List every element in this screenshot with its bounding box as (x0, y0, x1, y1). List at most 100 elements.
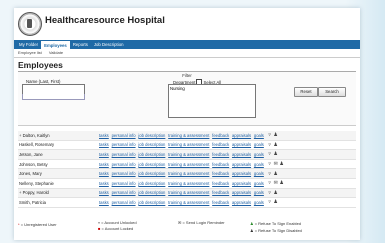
refuse-to-sign-icon[interactable]: ♟ (273, 190, 279, 196)
refuse-to-sign-icon[interactable]: ♟ (273, 132, 279, 138)
employee-name-cell: Jetson, Jane (18, 152, 99, 157)
link-appraisals[interactable]: appraisals (232, 171, 251, 176)
link-training-assessment[interactable]: training & assessment (168, 142, 209, 147)
link-tasks[interactable]: tasks (99, 181, 109, 186)
main-nav: My Folder Employees Reports Job Descript… (14, 40, 360, 50)
link-personal-info[interactable]: personal info (112, 133, 136, 138)
link-training-assessment[interactable]: training & assessment (168, 181, 209, 186)
hospital-title: Healthcaresource Hospital (45, 15, 165, 26)
link-appraisals[interactable]: appraisals (232, 152, 251, 157)
link-training-assessment[interactable]: training & assessment (168, 190, 209, 195)
link-appraisals[interactable]: appraisals (232, 200, 251, 205)
employee-name-cell: + Poppy, Harold (18, 190, 99, 195)
link-appraisals[interactable]: appraisals (232, 181, 251, 186)
search-button[interactable]: Search (318, 87, 346, 97)
expand-icon[interactable]: + (19, 133, 21, 138)
name-autocomplete (22, 94, 85, 100)
link-goals[interactable]: goals (254, 162, 264, 167)
link-goals[interactable]: goals (254, 142, 264, 147)
subnav-validate[interactable]: Validate (49, 50, 63, 55)
asterisk-icon: * (18, 222, 20, 227)
employee-name: Nelleny, Stephanie (19, 180, 54, 186)
link-tasks[interactable]: tasks (99, 152, 109, 157)
link-personal-info[interactable]: personal info (112, 152, 136, 157)
reset-button[interactable]: Reset (294, 87, 318, 97)
link-goals[interactable]: goals (254, 190, 264, 195)
link-job-description[interactable]: job description (138, 181, 165, 186)
link-job-description[interactable]: job description (138, 152, 165, 157)
link-appraisals[interactable]: appraisals (232, 162, 251, 167)
link-feedback[interactable]: feedback (212, 190, 229, 195)
link-tasks[interactable]: tasks (99, 171, 109, 176)
link-personal-info[interactable]: personal info (112, 171, 136, 176)
link-training-assessment[interactable]: training & assessment (168, 200, 209, 205)
link-feedback[interactable]: feedback (212, 162, 229, 167)
link-goals[interactable]: goals (254, 152, 264, 157)
employee-name-cell: Jones, Mary (18, 171, 99, 176)
link-feedback[interactable]: feedback (212, 152, 229, 157)
link-goals[interactable]: goals (254, 181, 264, 186)
app-window: Healthcaresource Hospital My Folder Empl… (14, 8, 360, 240)
legend-locked: = Account Locked (101, 226, 134, 231)
expand-icon[interactable]: + (19, 190, 21, 195)
refuse-to-sign-icon[interactable]: ♟ (273, 199, 279, 205)
employee-name-cell: + Dalton, Kaitlyn (18, 133, 99, 138)
link-training-assessment[interactable]: training & assessment (168, 133, 209, 138)
link-job-description[interactable]: job description (138, 171, 165, 176)
link-personal-info[interactable]: personal info (112, 162, 136, 167)
link-training-assessment[interactable]: training & assessment (168, 171, 209, 176)
table-row: Johnson, Betsy tasks personal info job desc… (18, 160, 356, 170)
link-feedback[interactable]: feedback (212, 200, 229, 205)
link-appraisals[interactable]: appraisals (232, 142, 251, 147)
link-tasks[interactable]: tasks (99, 133, 109, 138)
refuse-to-sign-icon[interactable]: ♟ (273, 171, 279, 177)
link-job-description[interactable]: job description (138, 162, 165, 167)
employee-name: Dalton, Kaitlyn (22, 132, 50, 138)
legend: * = Unregistered User ▿ = Account Unlock… (18, 220, 356, 236)
link-goals[interactable]: goals (254, 171, 264, 176)
link-goals[interactable]: goals (254, 200, 264, 205)
table-row: + Dalton, Kaitlyn tasks personal info job d… (18, 131, 356, 141)
employee-name-cell: Haskell, Rosemary (18, 142, 99, 147)
table-row: Jetson, Jane tasks personal info job descri… (18, 150, 356, 160)
link-feedback[interactable]: feedback (212, 133, 229, 138)
link-training-assessment[interactable]: training & assessment (168, 152, 209, 157)
link-job-description[interactable]: job description (138, 133, 165, 138)
link-appraisals[interactable]: appraisals (232, 190, 251, 195)
link-tasks[interactable]: tasks (99, 142, 109, 147)
employee-name-cell: Smith, Patricia (18, 200, 99, 205)
link-feedback[interactable]: feedback (212, 181, 229, 186)
link-job-description[interactable]: job description (138, 190, 165, 195)
refuse-to-sign-icon[interactable]: ♟ (279, 161, 285, 167)
legend-reminder: = Send Login Reminder (182, 220, 225, 225)
link-job-description[interactable]: job description (138, 200, 165, 205)
link-job-description[interactable]: job description (138, 142, 165, 147)
refuse-to-sign-icon[interactable]: ♟ (273, 142, 279, 148)
link-feedback[interactable]: feedback (212, 171, 229, 176)
employee-name: Haskell, Rosemary (19, 142, 55, 148)
link-feedback[interactable]: feedback (212, 142, 229, 147)
tab-job-description[interactable]: Job Description (91, 40, 127, 49)
link-tasks[interactable]: tasks (99, 162, 109, 167)
department-listbox[interactable]: Nursing (168, 84, 256, 118)
legend-unlocked: = Account Unlocked (101, 220, 137, 225)
tab-reports[interactable]: Reports (70, 40, 91, 49)
link-personal-info[interactable]: personal info (112, 190, 136, 195)
link-personal-info[interactable]: personal info (112, 142, 136, 147)
refuse-to-sign-icon[interactable]: ♟ (279, 180, 285, 186)
link-personal-info[interactable]: personal info (112, 200, 136, 205)
refuse-to-sign-icon[interactable]: ♟ (273, 151, 279, 157)
department-option[interactable]: Nursing (170, 86, 254, 91)
tab-my-folder[interactable]: My Folder (16, 40, 41, 49)
link-tasks[interactable]: tasks (99, 200, 109, 205)
sub-nav: Employee list Validate (14, 49, 360, 58)
link-training-assessment[interactable]: training & assessment (168, 162, 209, 167)
subnav-employee-list[interactable]: Employee list (18, 50, 42, 55)
employee-table: + Dalton, Kaitlyn tasks personal info job d… (18, 131, 356, 208)
locked-icon: ■ (98, 226, 101, 231)
link-tasks[interactable]: tasks (99, 190, 109, 195)
employee-name: Poppy, Harold (22, 190, 49, 196)
link-appraisals[interactable]: appraisals (232, 133, 251, 138)
link-personal-info[interactable]: personal info (112, 181, 136, 186)
link-goals[interactable]: goals (254, 133, 264, 138)
